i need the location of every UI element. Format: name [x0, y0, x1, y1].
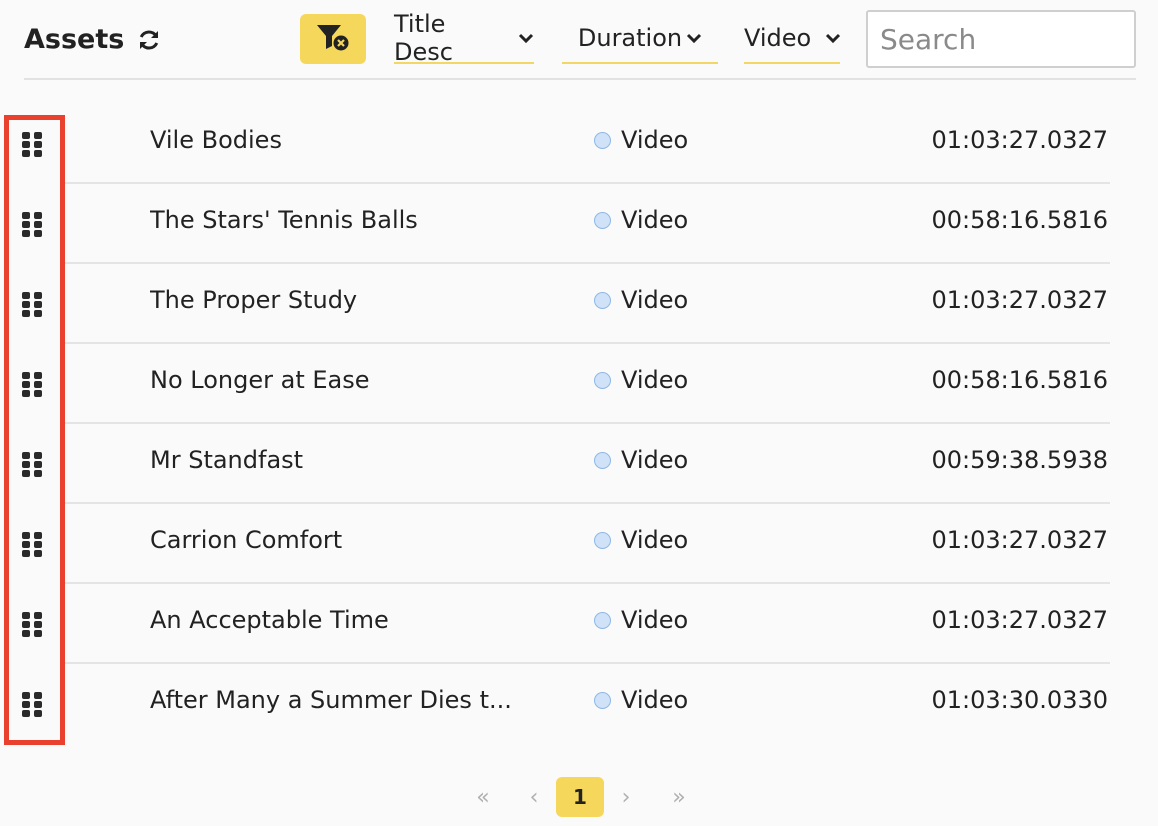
- asset-duration: 00:58:16.5816: [931, 366, 1109, 394]
- chevron-down-icon: [686, 32, 702, 44]
- asset-type: Video: [594, 366, 688, 394]
- asset-type-label: Video: [621, 366, 689, 394]
- sort-dropdown[interactable]: Title Desc: [394, 10, 534, 66]
- chevron-down-icon: [825, 32, 841, 44]
- asset-type-label: Video: [621, 126, 689, 154]
- asset-title: Vile Bodies: [150, 126, 282, 154]
- last-page-button[interactable]: »: [664, 776, 694, 818]
- asset-type: Video: [594, 286, 688, 314]
- type-dropdown-label: Video: [744, 24, 812, 52]
- page-title: Assets: [24, 24, 162, 55]
- table-row[interactable]: No Longer at Ease Video 00:58:16.5816: [0, 344, 1158, 424]
- next-page-button[interactable]: ›: [614, 776, 638, 818]
- asset-duration: 01:03:27.0327: [931, 286, 1109, 314]
- asset-type: Video: [594, 526, 688, 554]
- asset-title: An Acceptable Time: [150, 606, 389, 634]
- table-row[interactable]: Vile Bodies Video 01:03:27.0327: [0, 104, 1158, 184]
- type-dot-icon: [594, 131, 611, 149]
- first-page-button[interactable]: «: [468, 776, 498, 818]
- asset-duration: 01:03:27.0327: [931, 126, 1109, 154]
- asset-type: Video: [594, 606, 688, 634]
- header-divider: [24, 78, 1136, 80]
- toolbar: Assets Title Desc Duration Video Search: [0, 0, 1158, 80]
- asset-title: Carrion Comfort: [150, 526, 343, 554]
- type-dot-icon: [594, 531, 611, 549]
- asset-title: Mr Standfast: [150, 446, 304, 474]
- asset-type-label: Video: [621, 606, 689, 634]
- drag-handle-icon[interactable]: [22, 692, 44, 718]
- duration-dropdown-label: Duration: [577, 24, 683, 52]
- asset-title: No Longer at Ease: [150, 366, 370, 394]
- asset-type-label: Video: [621, 446, 689, 474]
- asset-title: The Stars' Tennis Balls: [150, 206, 418, 234]
- table-row[interactable]: Mr Standfast Video 00:59:38.5938: [0, 424, 1158, 504]
- asset-type-label: Video: [621, 206, 689, 234]
- drag-handle-icon[interactable]: [22, 372, 44, 398]
- page-title-text: Assets: [24, 24, 125, 55]
- asset-duration: 00:59:38.5938: [931, 446, 1109, 474]
- clear-filter-button[interactable]: [300, 14, 366, 64]
- asset-title: The Proper Study: [150, 286, 358, 314]
- table-row[interactable]: The Proper Study Video 01:03:27.0327: [0, 264, 1158, 344]
- refresh-icon[interactable]: [136, 27, 162, 53]
- type-dot-icon: [594, 211, 611, 229]
- search-input[interactable]: [866, 10, 1136, 68]
- type-dot-icon: [594, 691, 611, 709]
- table-row[interactable]: An Acceptable Time Video 01:03:27.0327: [0, 584, 1158, 664]
- drag-handle-icon[interactable]: [22, 212, 44, 238]
- asset-duration: 01:03:27.0327: [931, 606, 1109, 634]
- table-row[interactable]: Carrion Comfort Video 01:03:27.0327: [0, 504, 1158, 584]
- pagination: « ‹ 1 › »: [0, 776, 1158, 818]
- asset-title: After Many a Summer Dies t...: [150, 686, 510, 714]
- table-row[interactable]: The Stars' Tennis Balls Video 00:58:16.5…: [0, 184, 1158, 264]
- table-row[interactable]: After Many a Summer Dies t... Video 01:0…: [0, 664, 1158, 744]
- type-dot-icon: [594, 611, 611, 629]
- asset-type: Video: [594, 206, 688, 234]
- prev-page-button[interactable]: ‹: [522, 776, 546, 818]
- duration-dropdown[interactable]: Duration: [562, 14, 718, 64]
- current-page-button[interactable]: 1: [556, 777, 604, 817]
- asset-duration: 01:03:27.0327: [931, 526, 1109, 554]
- drag-handle-icon[interactable]: [22, 292, 44, 318]
- asset-type-label: Video: [621, 526, 689, 554]
- sort-dropdown-label: Title Desc: [394, 10, 453, 66]
- type-dot-icon: [594, 371, 611, 389]
- type-dot-icon: [594, 451, 611, 469]
- asset-list: Vile Bodies Video 01:03:27.0327 The Star…: [0, 104, 1158, 744]
- type-dot-icon: [594, 291, 611, 309]
- drag-handle-icon[interactable]: [22, 612, 44, 638]
- asset-duration: 01:03:30.0330: [931, 686, 1109, 714]
- asset-type-label: Video: [621, 286, 689, 314]
- asset-type-label: Video: [621, 686, 689, 714]
- asset-type: Video: [594, 686, 688, 714]
- chevron-down-icon: [518, 32, 534, 44]
- drag-handle-icon[interactable]: [22, 532, 44, 558]
- type-dropdown[interactable]: Video: [744, 14, 841, 64]
- filter-clear-icon: [315, 22, 351, 56]
- drag-handle-icon[interactable]: [22, 132, 44, 158]
- asset-duration: 00:58:16.5816: [931, 206, 1109, 234]
- drag-handle-icon[interactable]: [22, 452, 44, 478]
- asset-type: Video: [594, 446, 688, 474]
- asset-type: Video: [594, 126, 688, 154]
